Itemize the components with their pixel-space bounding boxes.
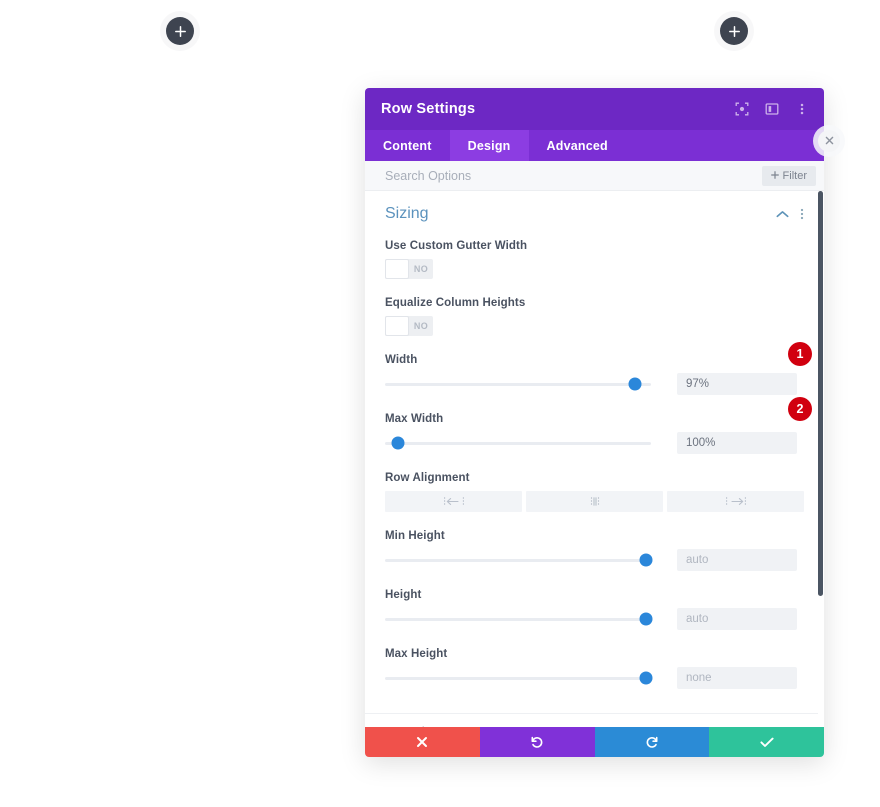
field-use-custom-gutter-width: Use Custom Gutter Width NO	[385, 227, 804, 279]
modal-header: Row Settings	[365, 88, 824, 130]
expand-icon[interactable]	[734, 101, 750, 117]
field-label: Height	[385, 589, 422, 601]
toggle-value: NO	[413, 264, 429, 274]
toggle-knob	[385, 259, 409, 279]
cancel-button[interactable]	[365, 727, 480, 757]
slider-width[interactable]	[385, 374, 651, 394]
slider-handle[interactable]	[628, 377, 642, 391]
slider-track	[385, 558, 651, 562]
plus-icon	[728, 25, 740, 37]
check-icon	[760, 737, 774, 748]
section-sizing: Sizing Use Custom Gutter Width NO Equali…	[365, 191, 824, 709]
close-panel-button[interactable]	[818, 130, 840, 152]
undo-icon	[530, 735, 544, 749]
annotation-badge-2: 2	[788, 397, 812, 421]
slider-row-min-height	[385, 549, 804, 571]
redo-button[interactable]	[594, 727, 710, 757]
section-spacing[interactable]: Spacing	[365, 713, 824, 727]
slider-handle[interactable]	[639, 612, 653, 626]
field-height: Height	[385, 571, 804, 630]
section-title: Spacing	[385, 725, 790, 727]
field-max-width: Max Width	[385, 395, 804, 454]
field-label: Min Height	[385, 530, 445, 542]
slider-handle[interactable]	[639, 671, 653, 685]
section-sizing-header[interactable]: Sizing	[385, 191, 804, 227]
toggle-use-custom-gutter-width[interactable]: NO	[385, 259, 433, 279]
more-options-icon[interactable]	[794, 101, 810, 117]
slider-track	[385, 441, 651, 445]
field-label: Max Width	[385, 413, 444, 425]
section-title: Sizing	[385, 205, 429, 222]
row-alignment-group	[385, 491, 804, 512]
slider-track	[385, 382, 651, 386]
field-label: Use Custom Gutter Width	[385, 240, 528, 252]
field-row-alignment: Row Alignment	[385, 454, 804, 512]
layout-panel-icon[interactable]	[764, 101, 780, 117]
close-icon	[825, 132, 834, 150]
settings-scroll-area[interactable]: Sizing Use Custom Gutter Width NO Equali…	[365, 191, 824, 727]
scrollbar-thumb[interactable]	[818, 191, 823, 596]
chevron-up-icon[interactable]	[776, 210, 789, 219]
tab-design[interactable]: Design	[449, 130, 529, 161]
field-label: Row Alignment	[385, 472, 470, 484]
more-options-icon[interactable]	[800, 207, 804, 221]
filter-button[interactable]: Filter	[761, 165, 816, 186]
plus-icon	[174, 25, 186, 37]
align-center-icon	[584, 496, 606, 507]
field-equalize-column-heights: Equalize Column Heights NO	[385, 279, 804, 336]
toggle-value: NO	[413, 321, 429, 331]
field-width: Width	[385, 336, 804, 395]
slider-track	[385, 617, 651, 621]
save-button[interactable]	[709, 727, 824, 757]
modal-tabs: Content Design Advanced	[365, 130, 824, 161]
scrollbar-track[interactable]	[818, 191, 824, 727]
editor-canvas: Row Settings Content Design Advanced Sea…	[0, 0, 880, 807]
slider-row-max-width	[385, 432, 804, 454]
max-width-input[interactable]	[677, 432, 797, 454]
add-row-button-left[interactable]	[166, 17, 194, 45]
slider-handle[interactable]	[639, 553, 653, 567]
align-right-icon	[725, 496, 747, 507]
slider-max-height[interactable]	[385, 668, 653, 688]
field-label: Width	[385, 354, 418, 366]
close-icon	[416, 736, 428, 748]
toggle-knob	[385, 316, 409, 336]
field-min-height: Min Height	[385, 512, 804, 571]
add-row-button-right[interactable]	[720, 17, 748, 45]
slider-max-width[interactable]	[385, 433, 651, 453]
min-height-input[interactable]	[677, 549, 797, 571]
undo-button[interactable]	[479, 727, 595, 757]
modal-header-actions	[734, 101, 810, 117]
section-tools	[776, 207, 804, 221]
field-max-height: Max Height	[385, 630, 804, 709]
align-left-icon	[443, 496, 465, 507]
tab-advanced[interactable]: Advanced	[529, 130, 626, 161]
width-input[interactable]	[677, 373, 797, 395]
slider-row-max-height	[385, 667, 804, 689]
height-input[interactable]	[677, 608, 797, 630]
slider-min-height[interactable]	[385, 550, 653, 570]
filter-label: Filter	[782, 169, 807, 182]
search-input[interactable]	[385, 168, 762, 183]
field-label: Max Height	[385, 648, 448, 660]
row-settings-modal: Row Settings Content Design Advanced Sea…	[365, 88, 824, 757]
redo-icon	[645, 735, 659, 749]
modal-footer	[365, 727, 824, 757]
search-bar: Filter	[365, 161, 824, 191]
max-height-input[interactable]	[677, 667, 797, 689]
page-title: Row Settings	[381, 101, 476, 117]
align-right-button[interactable]	[667, 491, 804, 512]
slider-row-height	[385, 608, 804, 630]
align-center-button[interactable]	[526, 491, 663, 512]
field-label: Equalize Column Heights	[385, 297, 526, 309]
plus-icon	[770, 170, 779, 182]
tab-content[interactable]: Content	[365, 130, 450, 161]
slider-row-width	[385, 373, 804, 395]
slider-height[interactable]	[385, 609, 653, 629]
annotation-badge-1: 1	[788, 342, 812, 366]
align-left-button[interactable]	[385, 491, 522, 512]
toggle-equalize-column-heights[interactable]: NO	[385, 316, 433, 336]
slider-track	[385, 676, 651, 680]
slider-handle[interactable]	[391, 436, 405, 450]
